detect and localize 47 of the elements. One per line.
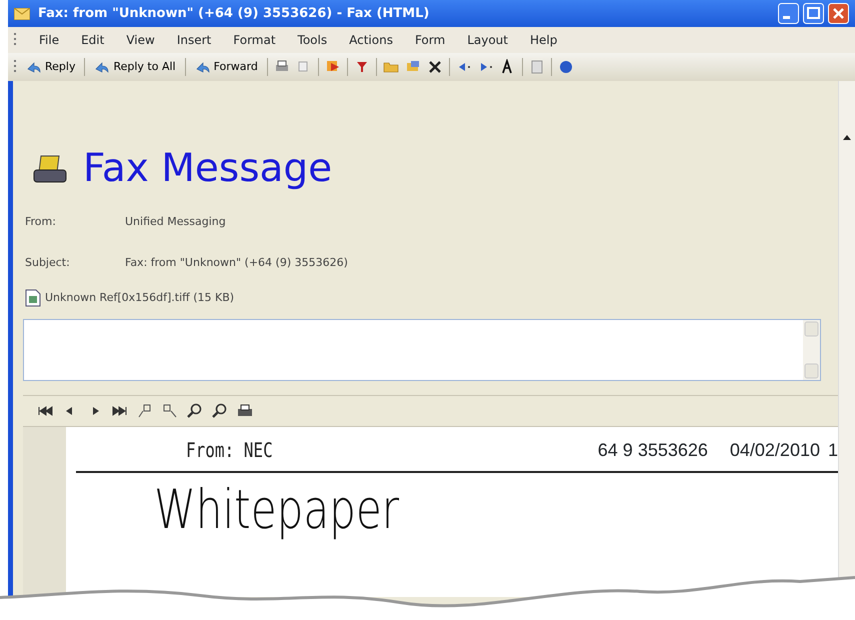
zoom-in-icon[interactable] [187, 403, 203, 419]
menu-item[interactable]: Edit [81, 31, 104, 49]
menu-item[interactable]: Insert [176, 31, 212, 49]
message-title: Fax Message [83, 149, 332, 188]
field-value: Fax: from "Unknown" (+64 (9) 3553626) [125, 254, 348, 270]
menu-item[interactable]: Layout [467, 31, 508, 49]
maximize-icon[interactable] [803, 3, 824, 24]
printer-icon[interactable] [237, 403, 253, 419]
fax-number: 64 9 3553626 [598, 438, 708, 462]
reply-icon [194, 60, 211, 74]
menu-item[interactable]: Form [414, 31, 446, 49]
reply-icon [26, 60, 42, 74]
delete-icon[interactable] [426, 59, 443, 75]
first-page-icon[interactable] [37, 403, 53, 419]
toolbar-button[interactable]: Reply to All [91, 58, 179, 76]
window-title: Fax: from "Unknown" (+64 (9) 3553626) - Fax (HTML) [38, 4, 430, 23]
close-icon[interactable] [828, 3, 849, 24]
fax-heading: Whitepaper [153, 477, 400, 537]
grip-icon [14, 33, 17, 47]
fax-machine-icon [33, 154, 67, 184]
minimize-icon[interactable] [778, 3, 799, 24]
field-label: From: [25, 214, 57, 230]
fax-time: 1 [828, 438, 838, 462]
menu-item[interactable]: Tools [298, 31, 328, 49]
menu-item[interactable]: View [126, 31, 155, 49]
fax-date: 04/02/2010 [730, 438, 820, 462]
menu-item[interactable]: Help [530, 31, 558, 49]
field-value: Unified Messaging [125, 214, 226, 230]
toolbar-button[interactable]: Forward [192, 58, 261, 76]
scrollbar-icon [803, 320, 820, 380]
last-page-icon[interactable] [112, 403, 128, 419]
rotate-right-icon[interactable] [162, 403, 178, 419]
message-body-field[interactable] [23, 319, 821, 381]
image-file-icon [25, 289, 41, 307]
zoom-out-icon[interactable] [212, 403, 228, 419]
attachment-link[interactable]: Unknown Ref[0x156df].tiff (15 KB) [45, 290, 234, 306]
envelope-icon [14, 8, 30, 20]
menu-item[interactable]: Format [233, 31, 276, 49]
menu-item[interactable]: Actions [349, 31, 393, 49]
scroll-up-icon[interactable] [842, 133, 852, 141]
menu-item[interactable]: File [39, 31, 60, 49]
rotate-left-icon[interactable] [137, 403, 153, 419]
reply-icon [94, 60, 110, 74]
fax-sender: From: NEC [186, 437, 274, 464]
grip-icon [14, 60, 17, 74]
toolbar-button[interactable]: Reply [23, 58, 78, 76]
field-label: Subject: [25, 254, 71, 270]
